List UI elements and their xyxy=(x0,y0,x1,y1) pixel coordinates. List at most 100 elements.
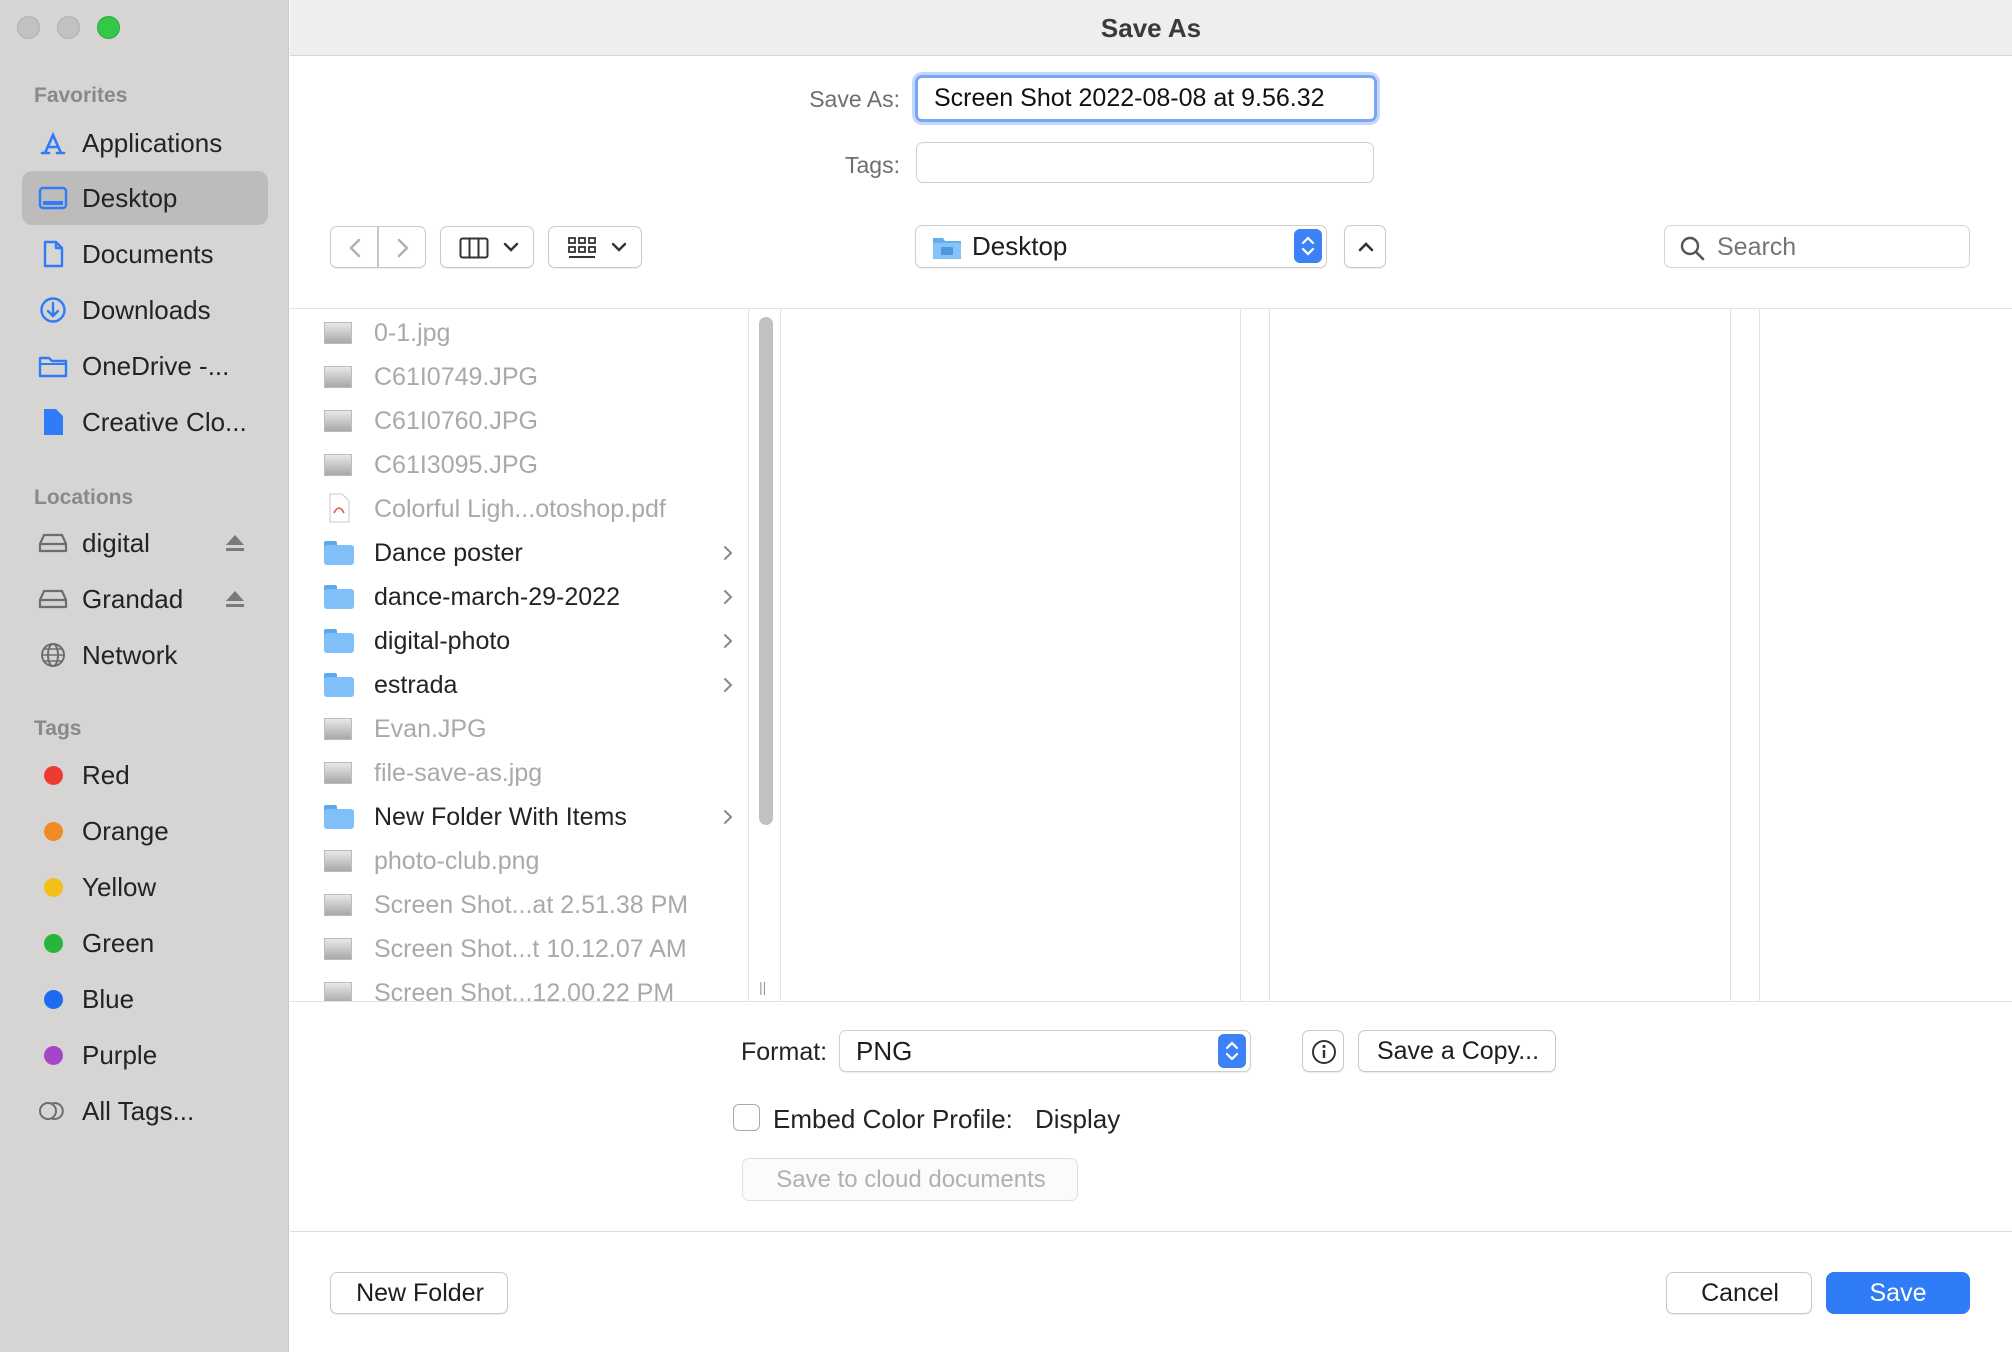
file-row[interactable]: Screen Shot...12.00.22 PM xyxy=(320,971,750,1001)
file-name: file-save-as.jpg xyxy=(374,759,543,787)
file-row[interactable]: file-save-as.jpg xyxy=(320,751,750,795)
image-file-icon xyxy=(324,322,352,344)
sidebar-item-label: Applications xyxy=(82,128,223,158)
file-row[interactable]: C61I3095.JPG xyxy=(320,443,750,487)
folder-icon xyxy=(932,235,962,261)
save-a-copy-button[interactable]: Save a Copy... xyxy=(1358,1030,1556,1072)
sidebar-item-label: Documents xyxy=(82,239,214,269)
folder-icon xyxy=(324,629,354,653)
location-popup[interactable]: Desktop xyxy=(915,225,1327,268)
sidebar: Favorites Applications Desktop Documents… xyxy=(0,0,289,1352)
forward-button[interactable] xyxy=(378,226,426,268)
image-file-icon xyxy=(324,410,352,432)
save-to-cloud-button[interactable]: Save to cloud documents xyxy=(742,1158,1078,1201)
sidebar-item-label: Purple xyxy=(82,1040,158,1070)
image-file-icon xyxy=(324,850,352,872)
popup-stepper-icon xyxy=(1294,229,1322,263)
close-window-button[interactable] xyxy=(17,16,40,39)
sidebar-tag-orange[interactable]: Orange xyxy=(22,804,268,858)
image-file-icon xyxy=(324,894,352,916)
sidebar-tag-purple[interactable]: Purple xyxy=(22,1028,268,1082)
sidebar-tag-red[interactable]: Red xyxy=(22,748,268,802)
locations-section-title: Locations xyxy=(34,486,134,509)
zoom-window-button[interactable] xyxy=(97,16,120,39)
minimize-window-button[interactable] xyxy=(57,16,80,39)
green-tag-dot-icon xyxy=(44,934,63,953)
sidebar-tag-blue[interactable]: Blue xyxy=(22,972,268,1026)
eject-icon[interactable] xyxy=(224,588,246,610)
folder-row[interactable]: estrada xyxy=(320,663,750,707)
column-divider xyxy=(1269,309,1270,1001)
back-button[interactable] xyxy=(330,226,378,268)
file-row[interactable]: 0-1.jpg xyxy=(320,311,750,355)
file-name: Colorful Ligh...otoshop.pdf xyxy=(374,495,666,523)
embed-color-profile-value: Display xyxy=(1035,1104,1121,1134)
footer-divider xyxy=(290,1231,2012,1232)
sidebar-item-label: Downloads xyxy=(82,295,211,325)
sidebar-item-label: Orange xyxy=(82,816,169,846)
embed-color-profile-checkbox[interactable] xyxy=(733,1104,760,1131)
sidebar-item-applications[interactable]: Applications xyxy=(22,116,268,170)
chevron-down-icon xyxy=(503,242,519,252)
folder-row[interactable]: Dance poster xyxy=(320,531,750,575)
new-folder-label: New Folder xyxy=(356,1279,484,1307)
sidebar-item-documents[interactable]: Documents xyxy=(22,227,268,281)
column-resize-handle[interactable]: || xyxy=(759,979,766,995)
sidebar-item-grandad[interactable]: Grandad xyxy=(22,572,268,626)
save-as-field[interactable] xyxy=(915,75,1377,122)
sidebar-item-digital[interactable]: digital xyxy=(22,516,268,570)
search-field[interactable] xyxy=(1664,225,1970,268)
tags-label: Tags: xyxy=(845,152,900,178)
pdf-file-icon xyxy=(328,493,350,523)
chevron-right-icon xyxy=(397,238,409,258)
file-name: C61I0760.JPG xyxy=(374,407,538,435)
sidebar-tag-green[interactable]: Green xyxy=(22,916,268,970)
sidebar-item-network[interactable]: Network xyxy=(22,628,268,682)
eject-icon[interactable] xyxy=(224,532,246,554)
window-title: Save As xyxy=(1100,13,1202,43)
search-input[interactable] xyxy=(1715,230,1955,264)
sidebar-item-label: digital xyxy=(82,528,150,558)
cancel-button[interactable]: Cancel xyxy=(1666,1272,1812,1314)
folder-row[interactable]: digital-photo xyxy=(320,619,750,663)
tags-field[interactable] xyxy=(916,142,1374,183)
sidebar-item-onedrive[interactable]: OneDrive -... xyxy=(22,339,268,393)
new-folder-button[interactable]: New Folder xyxy=(330,1272,508,1314)
yellow-tag-dot-icon xyxy=(44,878,63,897)
folder-icon xyxy=(324,805,354,829)
save-to-cloud-label: Save to cloud documents xyxy=(776,1166,1046,1193)
favorites-section-title: Favorites xyxy=(34,84,128,107)
grid-icon xyxy=(568,237,596,258)
image-file-icon xyxy=(324,982,352,1001)
save-a-copy-label: Save a Copy... xyxy=(1376,1037,1540,1065)
format-popup[interactable]: PNG xyxy=(839,1030,1251,1072)
sidebar-item-downloads[interactable]: Downloads xyxy=(22,283,268,337)
folder-row[interactable]: dance-march-29-2022 xyxy=(320,575,750,619)
sidebar-item-desktop[interactable]: Desktop xyxy=(22,171,268,225)
applications-icon xyxy=(38,129,68,157)
orange-tag-dot-icon xyxy=(44,822,63,841)
file-row[interactable]: photo-club.png xyxy=(320,839,750,883)
sidebar-item-creative-cloud[interactable]: Creative Clo... xyxy=(22,395,268,449)
sidebar-tag-yellow[interactable]: Yellow xyxy=(22,860,268,914)
column-divider xyxy=(748,309,749,1001)
save-button[interactable]: Save xyxy=(1826,1272,1970,1314)
info-icon xyxy=(1312,1040,1336,1064)
file-row[interactable]: C61I0749.JPG xyxy=(320,355,750,399)
folder-row[interactable]: New Folder With Items xyxy=(320,795,750,839)
file-row[interactable]: Evan.JPG xyxy=(320,707,750,751)
group-by-button[interactable] xyxy=(548,226,642,268)
file-name: estrada xyxy=(374,671,458,699)
scrollbar-thumb[interactable] xyxy=(759,317,773,825)
view-columns-button[interactable] xyxy=(440,226,534,268)
image-file-icon xyxy=(324,762,352,784)
info-button[interactable] xyxy=(1302,1030,1344,1072)
file-row[interactable]: Screen Shot...at 2.51.38 PM xyxy=(320,883,750,927)
file-row[interactable]: C61I0760.JPG xyxy=(320,399,750,443)
expand-collapse-button[interactable] xyxy=(1344,225,1386,268)
sidebar-tag-all[interactable]: All Tags... xyxy=(22,1084,268,1138)
file-row[interactable]: Screen Shot...t 10.12.07 AM xyxy=(320,927,750,971)
file-row[interactable]: Colorful Ligh...otoshop.pdf xyxy=(320,487,750,531)
blue-tag-dot-icon xyxy=(44,990,63,1009)
folder-icon xyxy=(324,673,354,697)
